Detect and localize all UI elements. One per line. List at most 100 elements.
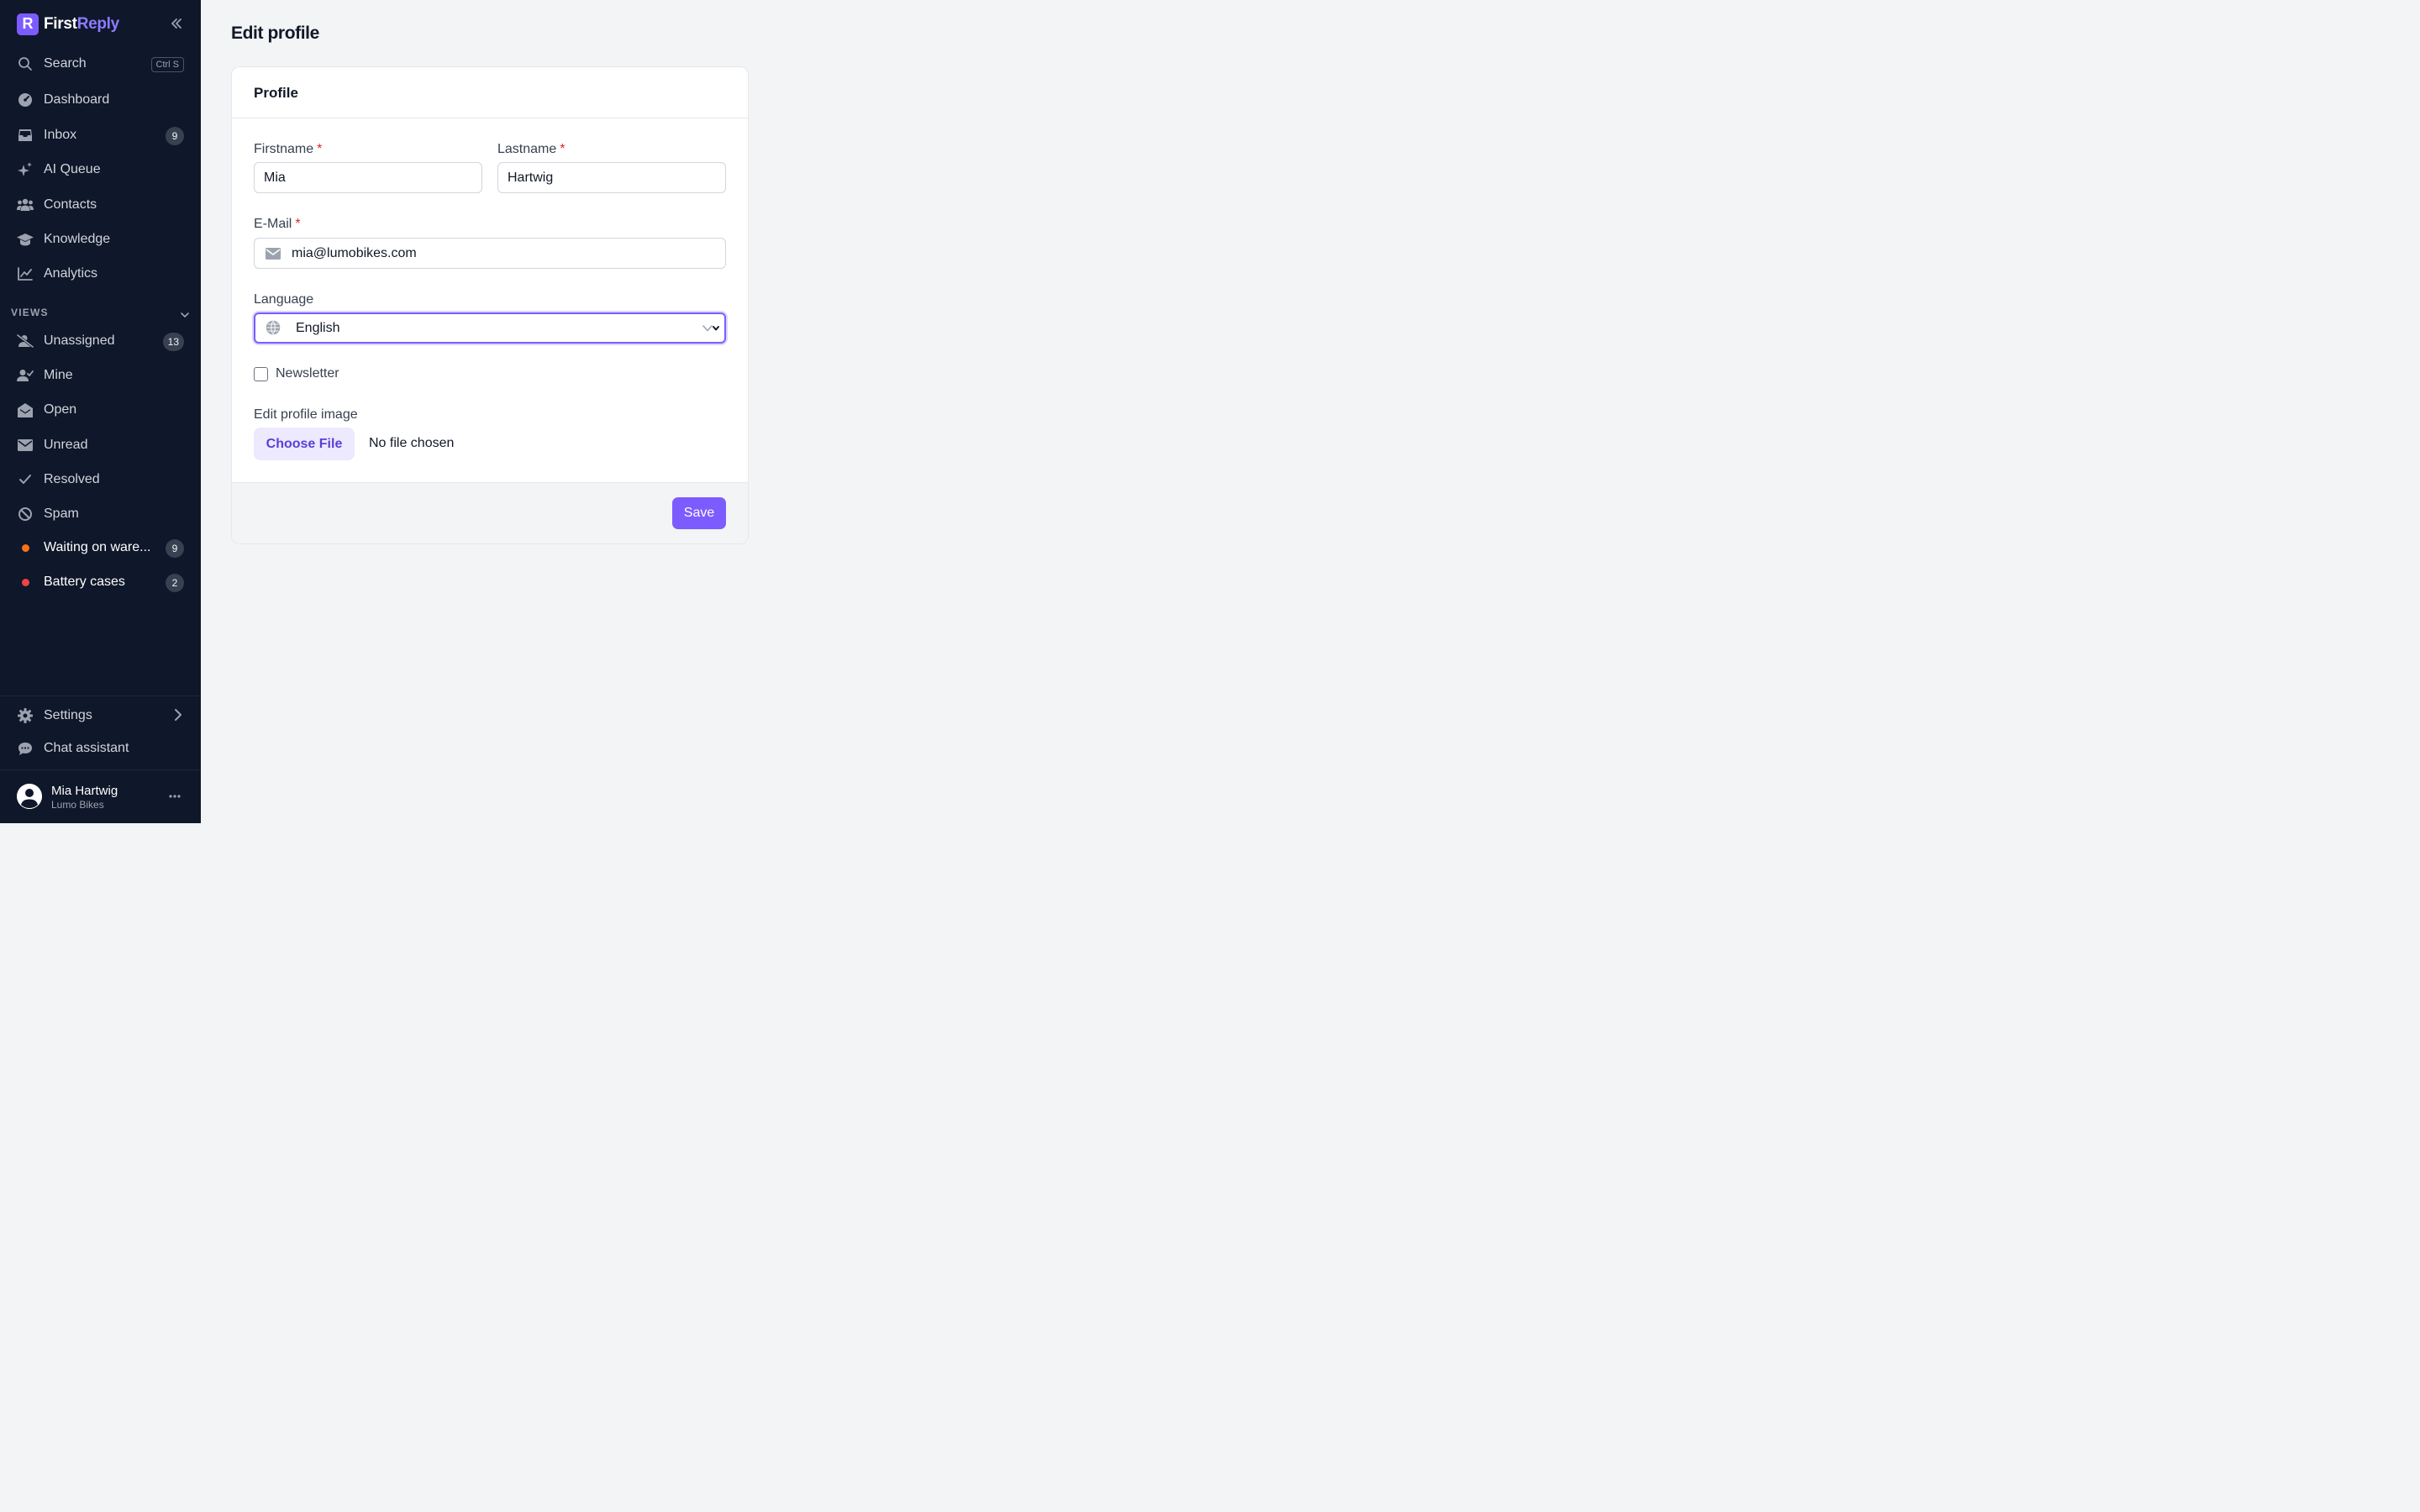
sidebar-item-inbox[interactable]: Inbox 9: [10, 120, 191, 150]
lastname-label: Lastname *: [497, 142, 566, 157]
red-dot-icon: [17, 575, 34, 590]
more-options-icon[interactable]: [166, 789, 183, 804]
avatar: [17, 784, 42, 809]
sidebar-view-open[interactable]: Open: [10, 395, 191, 425]
user-menu[interactable]: Mia Hartwig Lumo Bikes: [0, 770, 201, 823]
sparkles-icon: [17, 162, 34, 177]
ban-icon: [17, 507, 34, 522]
sidebar-item-label: Unassigned: [44, 333, 115, 348]
waiting-count-badge: 9: [166, 539, 184, 558]
gear-icon: [17, 708, 34, 723]
search-button[interactable]: Search Ctrl S: [10, 49, 191, 79]
sidebar-item-label: Analytics: [44, 266, 98, 281]
views-section-title: VIEWS: [11, 307, 49, 318]
card-footer: Save: [232, 482, 748, 543]
sidebar-item-label: AI Queue: [44, 162, 101, 176]
sidebar-item-label: Mine: [44, 368, 73, 382]
sidebar-item-settings[interactable]: Settings: [10, 701, 191, 731]
user-check-icon: [17, 368, 34, 383]
sidebar-item-ai-queue[interactable]: AI Queue: [10, 155, 191, 185]
sidebar: R FirstReply Search Ctrl S Dashboard Inb…: [0, 0, 201, 823]
envelope-icon: [17, 438, 34, 453]
language-value: English: [296, 320, 340, 335]
search-icon: [17, 56, 34, 71]
sidebar-item-label: Inbox: [44, 128, 77, 142]
chat-bubble-icon: [17, 741, 34, 756]
brand-name: FirstReply: [44, 15, 119, 34]
user-slash-icon: [17, 333, 34, 349]
firstname-input[interactable]: Mia: [254, 162, 482, 193]
language-label: Language: [254, 292, 314, 307]
sidebar-view-unassigned[interactable]: Unassigned 13: [10, 326, 191, 356]
lastname-value: Hartwig: [508, 170, 554, 185]
envelope-icon: [265, 247, 281, 260]
sidebar-item-contacts[interactable]: Contacts: [10, 190, 191, 220]
newsletter-checkbox[interactable]: [254, 367, 268, 381]
search-label: Search: [44, 56, 87, 71]
sidebar-view-battery-cases[interactable]: Battery cases 2: [10, 567, 191, 597]
inbox-icon: [17, 128, 34, 143]
sidebar-item-label: Chat assistant: [44, 741, 129, 755]
brand-logo[interactable]: R FirstReply: [17, 13, 119, 35]
sidebar-item-label: Dashboard: [44, 92, 110, 107]
email-field[interactable]: mia@lumobikes.com: [254, 238, 726, 269]
required-marker: *: [560, 142, 566, 156]
required-marker: *: [295, 217, 301, 231]
graduation-cap-icon: [17, 232, 34, 247]
sidebar-view-resolved[interactable]: Resolved: [10, 465, 191, 495]
views-section-header[interactable]: VIEWS: [11, 306, 191, 319]
profile-image-label: Edit profile image: [254, 407, 358, 422]
dashboard-icon: [17, 92, 34, 108]
sidebar-item-label: Knowledge: [44, 232, 111, 246]
firstname-label: Firstname *: [254, 142, 322, 157]
sidebar-view-waiting-on-warehouse[interactable]: Waiting on ware... 9: [10, 533, 191, 563]
brand-name-first: First: [44, 14, 77, 33]
users-icon: [17, 197, 34, 213]
sidebar-view-spam[interactable]: Spam: [10, 499, 191, 529]
sidebar-view-mine[interactable]: Mine: [10, 360, 191, 391]
choose-file-button[interactable]: Choose File: [254, 428, 355, 460]
sidebar-item-label: Spam: [44, 507, 79, 521]
email-value: mia@lumobikes.com: [292, 245, 417, 260]
email-label-text: E-Mail: [254, 217, 292, 231]
chevron-right-icon: [174, 708, 182, 726]
globe-icon: [265, 320, 281, 335]
search-shortcut: Ctrl S: [150, 57, 184, 72]
save-button[interactable]: Save: [672, 497, 726, 529]
sidebar-item-chat-assistant[interactable]: Chat assistant: [10, 733, 191, 764]
sidebar-item-dashboard[interactable]: Dashboard: [10, 85, 191, 115]
battery-count-badge: 2: [166, 574, 184, 592]
required-marker: *: [317, 142, 323, 156]
orange-dot-icon: [17, 540, 34, 555]
sidebar-item-label: Waiting on ware...: [44, 540, 151, 554]
sidebar-item-label: Unread: [44, 438, 88, 452]
card-title: Profile: [254, 85, 298, 101]
file-status: No file chosen: [369, 436, 455, 450]
user-name: Mia Hartwig: [51, 784, 118, 798]
logo-mark-icon: R: [17, 13, 39, 35]
page-title: Edit profile: [231, 24, 319, 43]
user-organization: Lumo Bikes: [51, 799, 104, 811]
chart-line-icon: [17, 266, 34, 281]
unassigned-count-badge: 13: [162, 333, 184, 351]
lastname-input[interactable]: Hartwig: [497, 162, 726, 193]
sidebar-item-knowledge[interactable]: Knowledge: [10, 224, 191, 255]
card-header: Profile: [232, 67, 748, 118]
chevron-down-icon: [702, 323, 721, 334]
firstname-value: Mia: [264, 170, 286, 185]
sidebar-item-label: Resolved: [44, 472, 100, 486]
sidebar-item-analytics[interactable]: Analytics: [10, 259, 191, 289]
sidebar-item-label: Settings: [44, 708, 92, 722]
language-select[interactable]: English: [254, 312, 726, 344]
email-label: E-Mail *: [254, 217, 301, 232]
newsletter-label[interactable]: Newsletter: [276, 366, 339, 381]
envelope-open-icon: [17, 402, 34, 417]
profile-card: Profile Firstname * Mia Lastname * Hartwig…: [231, 66, 749, 544]
chevron-down-icon: [181, 307, 189, 323]
lastname-label-text: Lastname: [497, 142, 557, 156]
sidebar-view-unread[interactable]: Unread: [10, 430, 191, 460]
sidebar-item-label: Open: [44, 402, 77, 417]
inbox-count-badge: 9: [166, 127, 184, 145]
collapse-sidebar-icon[interactable]: [166, 14, 187, 33]
sidebar-item-label: Battery cases: [44, 575, 125, 589]
